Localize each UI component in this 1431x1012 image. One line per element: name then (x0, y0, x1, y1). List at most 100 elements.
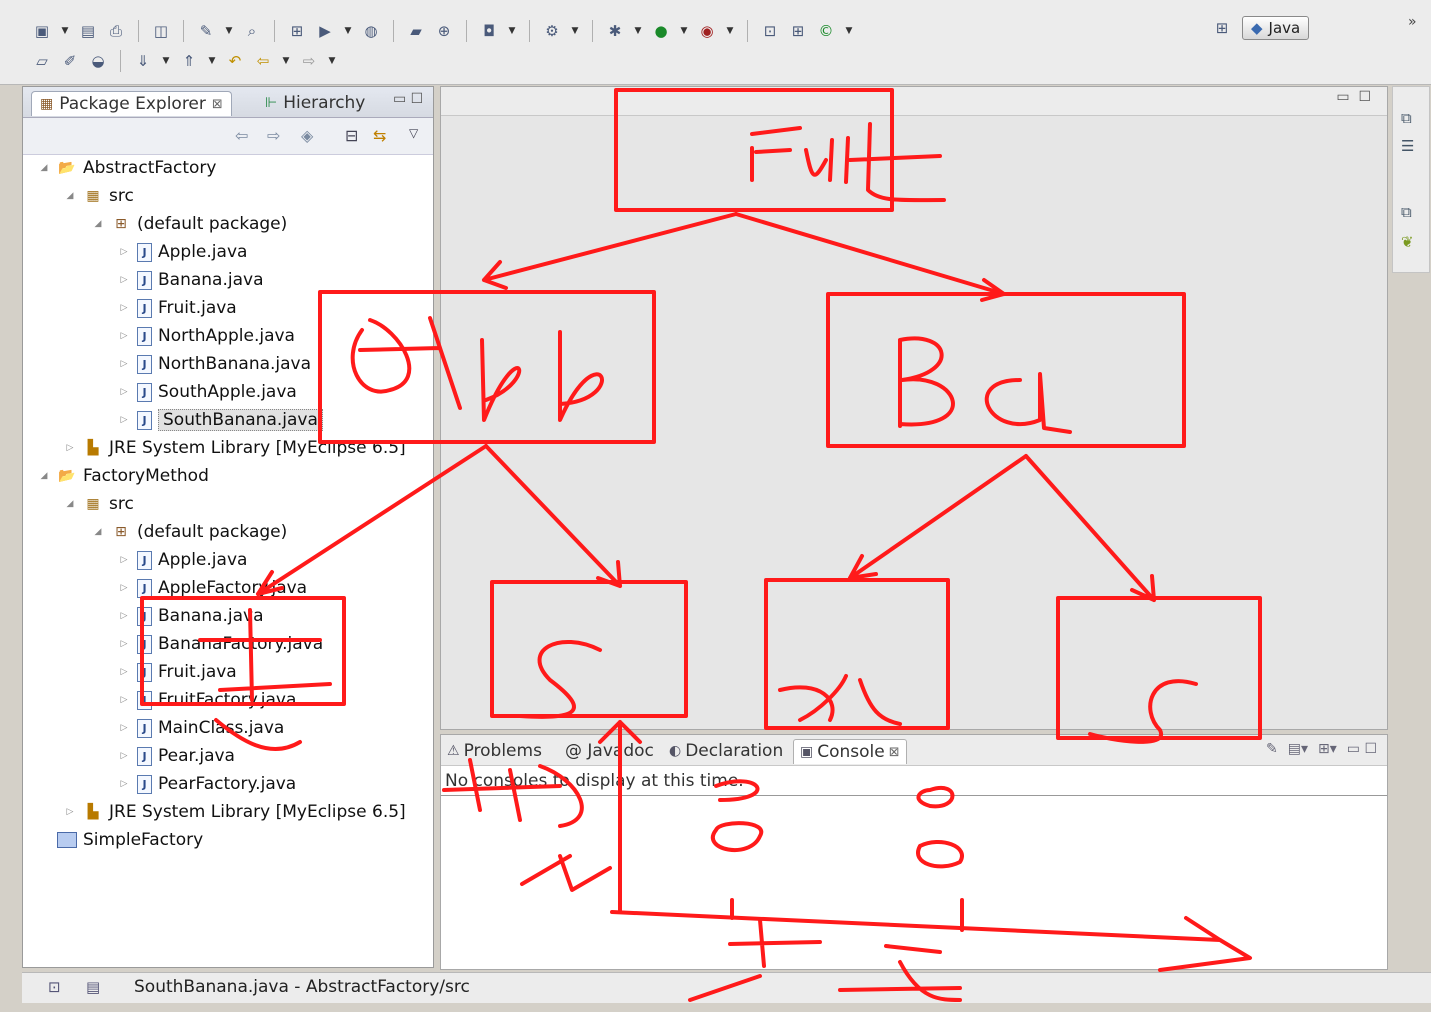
open-console-icon[interactable]: ⊞▾ (1318, 741, 1337, 757)
collapsed-icon[interactable]: ▷ (117, 667, 131, 677)
more-chevron-icon[interactable]: » (1408, 14, 1417, 30)
tree-node[interactable]: SimpleFactory (57, 827, 203, 853)
tree-node[interactable]: ▷ ▙ JRE System Library [MyEclipse 6.5] (63, 435, 406, 461)
print-icon[interactable]: ⎙ (104, 19, 128, 43)
tree-node[interactable]: ▷ J AppleFactory.java (117, 575, 308, 601)
save-icon[interactable]: ▤ (76, 19, 100, 43)
tree-node[interactable]: ▷ J MainClass.java (117, 715, 285, 741)
expanded-icon[interactable]: ◢ (63, 191, 77, 201)
deploy-dropdown-icon[interactable]: ▼ (222, 19, 236, 43)
add-icon[interactable]: ⊕ (432, 19, 456, 43)
pin-console-icon[interactable]: ✎ (1266, 741, 1278, 757)
back-dropdown-icon[interactable]: ▼ (279, 49, 293, 73)
new-java-project-icon[interactable]: ⊡ (758, 19, 782, 43)
tree-node[interactable]: ◢ ⊞ (default package) (91, 519, 288, 545)
new-icon[interactable]: ▣ (30, 19, 54, 43)
forward-dropdown-icon[interactable]: ▼ (325, 49, 339, 73)
close-icon[interactable]: ⊠ (212, 97, 223, 112)
deploy-icon[interactable]: ✎ (194, 19, 218, 43)
leaf-icon[interactable]: ❦ (1401, 233, 1414, 251)
web-browser-icon[interactable]: ◍ (359, 19, 383, 43)
tree-node[interactable]: ▷ J Apple.java (117, 547, 248, 573)
search-class-icon[interactable]: ⌕ (240, 19, 264, 43)
new-class-dropdown-icon[interactable]: ▼ (842, 19, 856, 43)
pin-icon[interactable]: ✐ (58, 49, 82, 73)
collapsed-icon[interactable]: ▷ (117, 723, 131, 733)
tree-node[interactable]: ▷ J Banana.java (117, 267, 264, 293)
collapsed-icon[interactable]: ▷ (117, 779, 131, 789)
tab-problems[interactable]: ⚠ Problems (447, 739, 542, 763)
db-icon[interactable]: ⊞ (285, 19, 309, 43)
run-server-dropdown-icon[interactable]: ▼ (341, 19, 355, 43)
up-icon[interactable]: ◈ (301, 126, 313, 145)
tree-node[interactable]: ▷ J PearFactory.java (117, 771, 297, 797)
editor-minimize-maximize-icons[interactable]: ▭ ☐ (1336, 89, 1371, 105)
forward-icon[interactable]: ⇨ (297, 49, 321, 73)
collapsed-icon[interactable]: ▷ (117, 331, 131, 341)
tab-console[interactable]: ▣ Console ⊠ (793, 739, 907, 764)
minimize-maximize-icons[interactable]: ▭ ☐ (1347, 741, 1377, 757)
close-icon[interactable]: ⊠ (889, 745, 900, 760)
restore-icon[interactable]: ⧉ (1401, 203, 1412, 221)
tree-node[interactable]: ▷ J BananaFactory.java (117, 631, 324, 657)
back-icon[interactable]: ⇦ (235, 126, 248, 145)
next-annotation-icon[interactable]: ⇓ (131, 49, 155, 73)
tab-hierarchy[interactable]: ⊩ Hierarchy (261, 91, 369, 115)
collapsed-icon[interactable]: ▷ (117, 387, 131, 397)
tree-node[interactable]: ▷ J FruitFactory.java (117, 687, 297, 713)
open-perspective-icon[interactable]: ⊞ (1210, 16, 1234, 40)
tree-node[interactable]: ▷ J Pear.java (117, 743, 235, 769)
camera-icon[interactable]: ◘ (477, 19, 501, 43)
collapsed-icon[interactable]: ▷ (117, 247, 131, 257)
new-package-icon[interactable]: ⊞ (786, 19, 810, 43)
external-tools-icon[interactable]: ⚙ (540, 19, 564, 43)
tree-node[interactable]: ◢ ▦ src (63, 183, 134, 209)
expanded-icon[interactable]: ◢ (91, 527, 105, 537)
tab-package-explorer[interactable]: ▦ Package Explorer ⊠ (31, 91, 232, 116)
tree-node[interactable]: ▷ J Fruit.java (117, 659, 237, 685)
prev-annotation-icon[interactable]: ⇑ (177, 49, 201, 73)
run-server-icon[interactable]: ▶ (313, 19, 337, 43)
tree-node[interactable]: ◢ 📂 AbstractFactory (37, 155, 217, 181)
collapsed-icon[interactable]: ▷ (117, 639, 131, 649)
minimize-maximize-icons[interactable]: ▭ ☐ (393, 91, 423, 107)
expanded-icon[interactable]: ◢ (37, 471, 51, 481)
tree-node[interactable]: ▷ J SouthBanana.java (117, 407, 323, 433)
external-tools-dropdown-icon[interactable]: ▼ (568, 19, 582, 43)
tree-node[interactable]: ▷ ▙ JRE System Library [MyEclipse 6.5] (63, 799, 406, 825)
tab-javadoc[interactable]: @ Javadoc (565, 739, 654, 763)
collapsed-icon[interactable]: ▷ (63, 807, 77, 817)
prev-annotation-dropdown-icon[interactable]: ▼ (205, 49, 219, 73)
open-folder-icon[interactable]: ▰ (404, 19, 428, 43)
expanded-icon[interactable]: ◢ (63, 499, 77, 509)
profile-icon[interactable]: ◉ (695, 19, 719, 43)
debug-dropdown-icon[interactable]: ▼ (631, 19, 645, 43)
expanded-icon[interactable]: ◢ (37, 163, 51, 173)
collapsed-icon[interactable]: ▷ (117, 359, 131, 369)
server-icon[interactable]: ◫ (149, 19, 173, 43)
link-with-editor-icon[interactable]: ⇆ (373, 126, 386, 145)
new-class-icon[interactable]: © (814, 19, 838, 43)
display-console-icon[interactable]: ▤▾ (1288, 741, 1308, 757)
outline-icon[interactable]: ☰ (1401, 137, 1414, 155)
camera-dropdown-icon[interactable]: ▼ (505, 19, 519, 43)
tree-node[interactable]: ◢ ⊞ (default package) (91, 211, 288, 237)
collapse-all-icon[interactable]: ⊟ (345, 126, 358, 145)
back-icon[interactable]: ⇦ (251, 49, 275, 73)
collapsed-icon[interactable]: ▷ (117, 611, 131, 621)
tree-node[interactable]: ▷ J SouthApple.java (117, 379, 297, 405)
debug-icon[interactable]: ✱ (603, 19, 627, 43)
profile-dropdown-icon[interactable]: ▼ (723, 19, 737, 43)
collapsed-icon[interactable]: ▷ (117, 415, 131, 425)
run-icon[interactable]: ● (649, 19, 673, 43)
collapsed-icon[interactable]: ▷ (117, 751, 131, 761)
fast-view-icon[interactable]: ⊡ (48, 978, 61, 996)
collapsed-icon[interactable]: ▷ (117, 275, 131, 285)
collapsed-icon[interactable]: ▷ (117, 555, 131, 565)
new-dropdown-icon[interactable]: ▼ (58, 19, 72, 43)
restore-icon[interactable]: ⧉ (1401, 109, 1412, 127)
view-menu-icon[interactable]: ▽ (409, 126, 418, 140)
open-type-icon[interactable]: ▱ (30, 49, 54, 73)
java-perspective-button[interactable]: ◆ Java (1242, 16, 1310, 40)
forward-icon[interactable]: ⇨ (267, 126, 280, 145)
